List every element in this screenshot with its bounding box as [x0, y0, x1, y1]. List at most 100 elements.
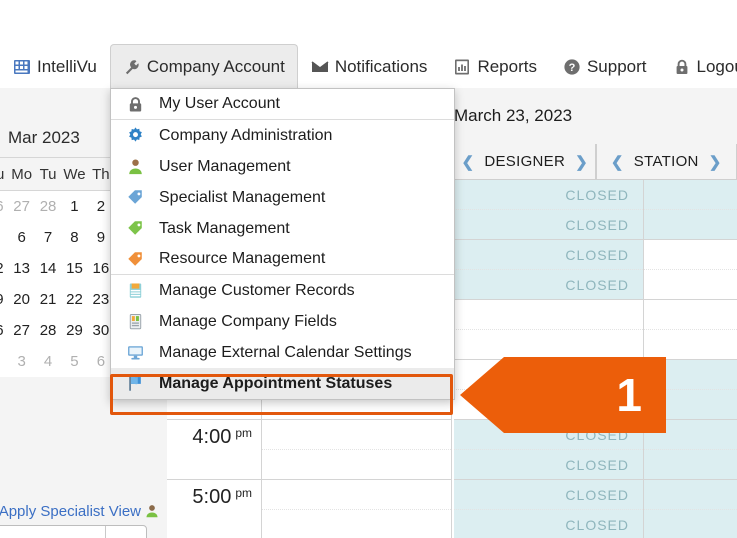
apply-specialist-view-link[interactable]: Apply Specialist View: [0, 498, 167, 524]
calendar-day-cell[interactable]: 20: [8, 291, 34, 308]
calendar-day-cell[interactable]: 22: [61, 291, 87, 308]
nav-item-reports[interactable]: Reports: [440, 44, 550, 88]
calendar-day-cell[interactable]: 3: [8, 353, 34, 370]
menu-item-label: Manage Company Fields: [159, 313, 337, 331]
nav-item-logout[interactable]: Logout: [660, 44, 737, 88]
blue-tag-icon: [125, 188, 145, 208]
menu-item-label: Resource Management: [159, 250, 325, 268]
calendar-day-cell[interactable]: 5: [61, 353, 87, 370]
menu-item-label: Task Management: [159, 220, 290, 238]
wrench-icon: [123, 58, 141, 76]
person-icon: [125, 157, 145, 177]
fields-icon: [125, 312, 145, 332]
calendar-day-cell[interactable]: 19: [0, 291, 8, 308]
nav-item-label: Notifications: [335, 57, 428, 77]
schedule-slot[interactable]: [262, 450, 451, 480]
report-chart-icon: [453, 58, 471, 76]
calendar-day-cell[interactable]: 13: [8, 260, 34, 277]
calendar-day-cell[interactable]: 26: [0, 198, 8, 215]
nav-item-label: Logout: [697, 57, 737, 77]
menu-item-specialist-management[interactable]: Specialist Management: [111, 182, 454, 213]
nav-item-notifications[interactable]: Notifications: [298, 44, 441, 88]
menu-item-label: User Management: [159, 158, 291, 176]
schedule-slot[interactable]: [262, 480, 451, 510]
schedule-slot[interactable]: CLOSED: [454, 210, 643, 240]
schedule-date-title: March 23, 2023: [454, 106, 572, 126]
calendar-day-cell[interactable]: 6: [8, 229, 34, 246]
schedule-slot[interactable]: CLOSED: [644, 180, 737, 210]
nav-item-label: IntelliVu: [37, 57, 97, 77]
menu-item-label: Manage Appointment Statuses: [159, 375, 392, 393]
green-tag-icon: [125, 219, 145, 239]
calendar-day-cell[interactable]: 4: [35, 353, 61, 370]
step-callout-arrow: 1: [460, 357, 666, 433]
menu-item-task-management[interactable]: Task Management: [111, 213, 454, 244]
schedule-slot[interactable]: [644, 240, 737, 270]
calendar-day-cell[interactable]: 27: [8, 198, 34, 215]
schedule-slot[interactable]: CLOSED: [454, 450, 643, 480]
menu-item-label: Company Administration: [159, 127, 332, 145]
menu-item-my-user-account[interactable]: My User Account: [111, 89, 454, 120]
calendar-day-cell[interactable]: 28: [35, 198, 61, 215]
calendar-day-cell[interactable]: 5: [0, 229, 8, 246]
menu-item-resource-management[interactable]: Resource Management: [111, 244, 454, 275]
schedule-slot[interactable]: [644, 300, 737, 330]
schedule-slot[interactable]: CLOSED: [644, 450, 737, 480]
schedule-slot[interactable]: CLOSED: [454, 510, 643, 538]
schedule-slot[interactable]: CLOSED: [644, 510, 737, 538]
specialist-select[interactable]: ▼: [0, 525, 147, 538]
schedule-slot[interactable]: CLOSED: [644, 480, 737, 510]
nav-item-company-account[interactable]: Company Account: [110, 44, 298, 88]
menu-item-manage-customer-records[interactable]: Manage Customer Records: [111, 275, 454, 306]
schedule-slot[interactable]: CLOSED: [644, 210, 737, 240]
calendar-day-cell[interactable]: 28: [35, 322, 61, 339]
calendar-day-cell[interactable]: 26: [0, 322, 8, 339]
menu-item-manage-appointment-statuses[interactable]: Manage Appointment Statuses: [111, 368, 454, 399]
schedule-slot[interactable]: CLOSED: [454, 480, 643, 510]
calendar-day-cell[interactable]: 12: [0, 260, 8, 277]
calendar-day-cell[interactable]: 27: [8, 322, 34, 339]
schedule-slot[interactable]: [454, 300, 643, 330]
chevron-left-icon[interactable]: ❮: [462, 153, 475, 171]
calendar-day-cell[interactable]: 2: [0, 353, 8, 370]
schedule-slot[interactable]: [454, 330, 643, 360]
menu-item-user-management[interactable]: User Management: [111, 151, 454, 182]
nav-item-intellivu[interactable]: IntelliVu: [0, 44, 110, 88]
calendar-day-cell[interactable]: 15: [61, 260, 87, 277]
column-header-designer[interactable]: ❮ DESIGNER ❯: [454, 144, 596, 180]
menu-item-manage-external-calendar-settings[interactable]: Manage External Calendar Settings: [111, 337, 454, 368]
day-header: Tu: [35, 166, 61, 183]
column-header-label: DESIGNER: [484, 153, 565, 170]
chevron-left-icon[interactable]: ❮: [611, 153, 624, 171]
specialist-select-value: [0, 526, 105, 538]
chevron-right-icon[interactable]: ❯: [709, 153, 722, 171]
schedule-hour-cell: 5:00pm: [167, 480, 261, 538]
schedule-slot[interactable]: CLOSED: [454, 270, 643, 300]
calendar-day-cell[interactable]: 7: [35, 229, 61, 246]
mini-calendar-month-label: Mar 2023: [0, 128, 80, 148]
orange-tag-icon: [125, 249, 145, 269]
nav-item-label: Reports: [477, 57, 537, 77]
schedule-slot[interactable]: [644, 330, 737, 360]
menu-item-company-administration[interactable]: Company Administration: [111, 120, 454, 151]
nav-item-label: Support: [587, 57, 647, 77]
calendar-day-cell[interactable]: 8: [61, 229, 87, 246]
column-header-station[interactable]: ❮ STATION ❯: [596, 144, 737, 180]
schedule-slot[interactable]: [262, 420, 451, 450]
nav-item-support[interactable]: ? Support: [550, 44, 660, 88]
calendar-day-cell[interactable]: 29: [61, 322, 87, 339]
chevron-right-icon[interactable]: ❯: [575, 153, 588, 171]
menu-item-label: Manage External Calendar Settings: [159, 344, 412, 362]
schedule-slot[interactable]: CLOSED: [454, 240, 643, 270]
calendar-day-cell[interactable]: 21: [35, 291, 61, 308]
schedule-slot[interactable]: [644, 270, 737, 300]
menu-item-manage-company-fields[interactable]: Manage Company Fields: [111, 306, 454, 337]
schedule-hour-time: 5:00: [192, 486, 231, 509]
calendar-day-cell[interactable]: 1: [61, 198, 87, 215]
schedule-slot[interactable]: CLOSED: [454, 180, 643, 210]
day-header: Mo: [8, 166, 34, 183]
company-account-dropdown-menu: My User Account Company Administration Use…: [110, 88, 455, 400]
calendar-day-cell[interactable]: 14: [35, 260, 61, 277]
schedule-hour-time: 4:00: [192, 426, 231, 449]
schedule-slot[interactable]: [262, 510, 451, 538]
